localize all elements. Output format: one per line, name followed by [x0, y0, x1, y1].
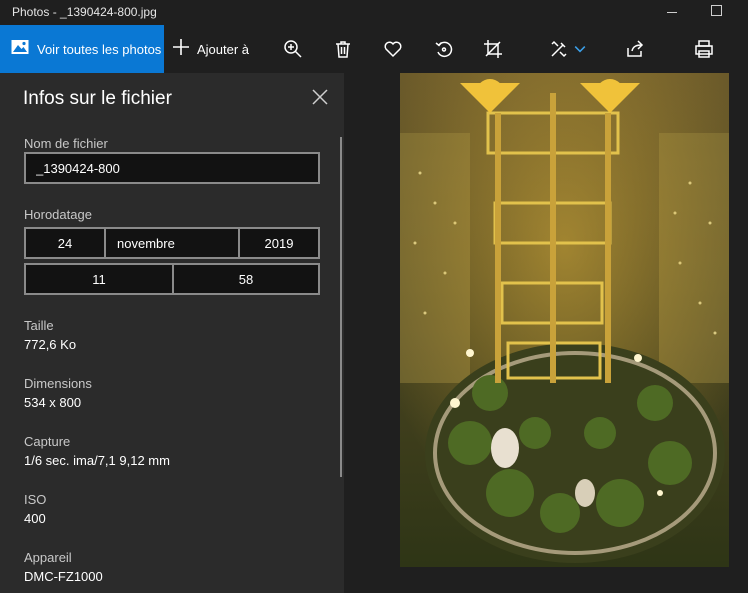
- delete-icon[interactable]: [331, 37, 355, 61]
- maximize-button[interactable]: [706, 2, 726, 20]
- device-label: Appareil: [24, 550, 72, 565]
- zoom-in-icon[interactable]: [281, 37, 305, 61]
- iso-value: 400: [24, 511, 46, 526]
- size-value: 772,6 Ko: [24, 337, 77, 352]
- rotate-icon[interactable]: [432, 37, 456, 61]
- dimensions-value: 534 x 800: [24, 395, 82, 410]
- dimensions-label: Dimensions: [24, 376, 92, 391]
- size-label: Taille: [24, 318, 54, 333]
- chevron-down-icon[interactable]: [572, 37, 588, 61]
- print-icon[interactable]: [692, 37, 716, 61]
- time-hour-field[interactable]: 11: [24, 263, 174, 295]
- date-day-field[interactable]: 24: [24, 227, 106, 259]
- favorite-icon[interactable]: [381, 37, 405, 61]
- minimize-button[interactable]: [660, 4, 684, 20]
- capture-value: 1/6 sec. ima/7,1 9,12 mm: [24, 453, 170, 468]
- iso-label: ISO: [24, 492, 47, 507]
- filename-field[interactable]: [24, 152, 320, 184]
- device-value: DMC-FZ1000: [24, 569, 103, 584]
- date-month-field[interactable]: novembre: [104, 227, 240, 259]
- date-year-field[interactable]: 2019: [238, 227, 320, 259]
- crop-icon[interactable]: [481, 37, 505, 61]
- panel-title: Infos sur le fichier: [23, 88, 172, 109]
- plus-icon: [172, 38, 190, 61]
- close-icon[interactable]: [309, 86, 331, 108]
- view-all-photos-button[interactable]: Voir toutes les photos: [0, 25, 164, 73]
- capture-label: Capture: [24, 434, 71, 449]
- panel-scrollbar[interactable]: [340, 137, 342, 477]
- view-all-photos-label: Voir toutes les photos: [37, 41, 162, 57]
- photo-image: [400, 73, 729, 567]
- photos-icon: [11, 39, 29, 60]
- edit-icon[interactable]: [547, 37, 571, 61]
- add-to-button[interactable]: Ajouter à: [172, 25, 249, 73]
- file-info-panel: Infos sur le fichier Nom de fichier Horo…: [0, 73, 344, 593]
- toolbar: Voir toutes les photos Ajouter à: [0, 25, 748, 73]
- share-icon[interactable]: [623, 37, 647, 61]
- add-to-label: Ajouter à: [197, 41, 250, 57]
- window-title: Photos - _1390424-800.jpg: [12, 5, 157, 19]
- title-bar: Photos - _1390424-800.jpg: [0, 0, 748, 25]
- timestamp-label: Horodatage: [24, 207, 92, 222]
- time-minute-field[interactable]: 58: [172, 263, 320, 295]
- filename-label: Nom de fichier: [24, 136, 108, 151]
